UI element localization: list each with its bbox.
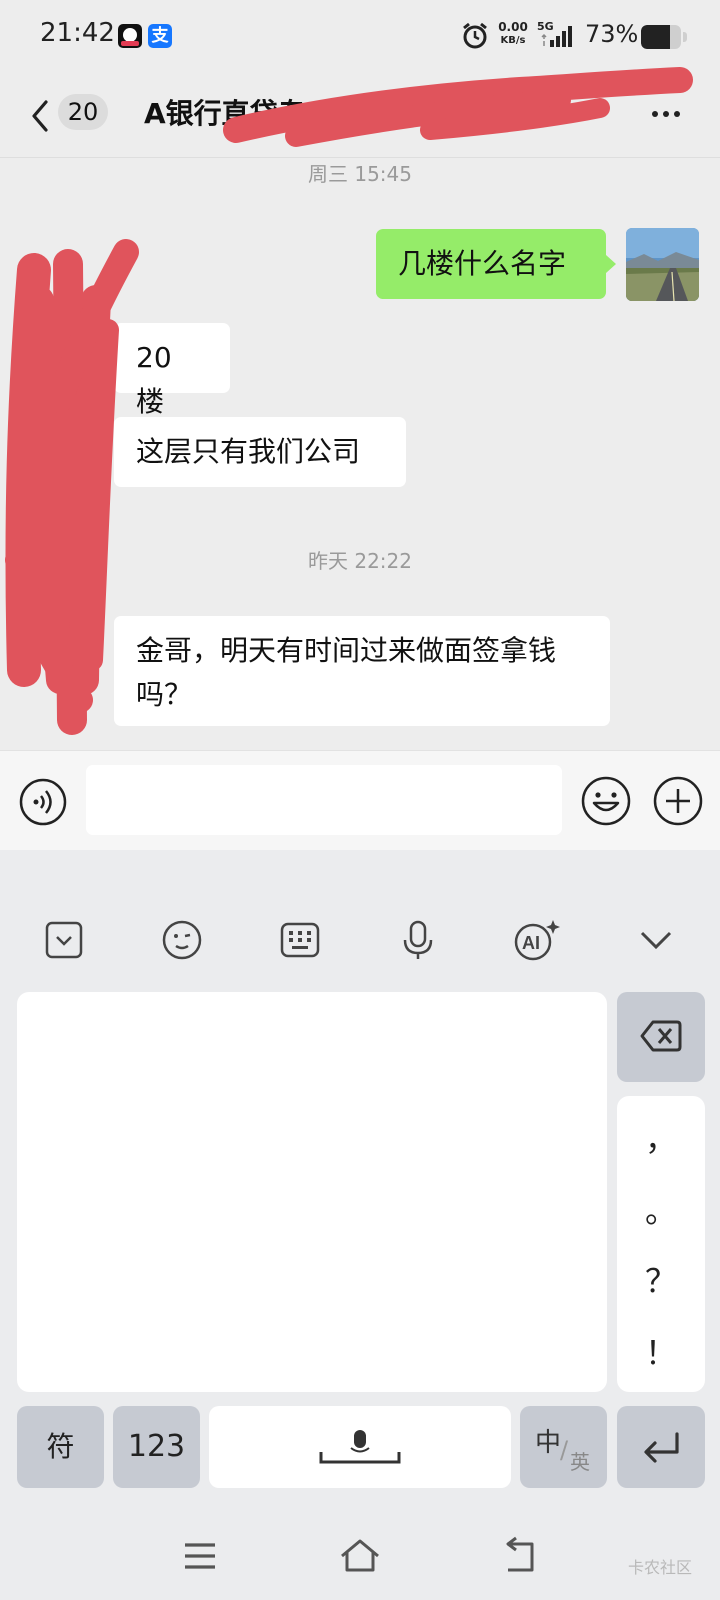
emoji-icon[interactable] bbox=[580, 775, 632, 827]
ai-assistant-icon[interactable]: AI bbox=[512, 918, 562, 962]
alipay-icon: 支 bbox=[148, 24, 172, 48]
chat-input-bar bbox=[0, 750, 720, 850]
emoticon-icon[interactable] bbox=[160, 918, 204, 962]
backspace-icon bbox=[640, 1020, 682, 1052]
status-time: 21:42 bbox=[40, 18, 115, 48]
app-notification-icon bbox=[118, 24, 142, 48]
outgoing-message-bubble[interactable]: 几楼什么名字 bbox=[376, 229, 606, 299]
add-more-icon[interactable] bbox=[652, 775, 704, 827]
enter-key[interactable] bbox=[617, 1406, 705, 1488]
network-speed-value: 0.00 bbox=[498, 20, 528, 34]
more-dot-icon bbox=[652, 111, 658, 117]
home-icon[interactable] bbox=[338, 1536, 382, 1576]
network-speed: 0.00 KB/s bbox=[495, 20, 531, 48]
more-dot-icon bbox=[674, 111, 680, 117]
battery-cap bbox=[683, 32, 687, 42]
number-key[interactable]: 123 bbox=[113, 1406, 200, 1488]
chat-title: A银行直贷专 bbox=[144, 97, 306, 130]
enter-icon bbox=[644, 1432, 679, 1463]
punctuation-key[interactable]: ！ bbox=[617, 1328, 705, 1374]
signal-icon bbox=[541, 26, 572, 47]
incoming-message-bubble[interactable]: 这层只有我们公司 bbox=[114, 417, 406, 487]
language-switch-key[interactable]: 中 / 英 bbox=[520, 1406, 607, 1488]
more-dot-icon bbox=[663, 111, 669, 117]
voice-input-icon[interactable] bbox=[18, 777, 68, 827]
incoming-message-bubble[interactable]: 20 楼 bbox=[114, 323, 230, 418]
space-mic-icon bbox=[319, 1430, 401, 1464]
battery-icon bbox=[641, 25, 681, 49]
punctuation-key[interactable]: ， bbox=[617, 1114, 705, 1160]
punctuation-key[interactable]: 。 bbox=[617, 1186, 705, 1232]
watermark-text: 卡农社区 bbox=[628, 1558, 693, 1577]
unread-count-badge[interactable]: 20 bbox=[58, 94, 108, 130]
punctuation-key[interactable]: ？ bbox=[617, 1256, 705, 1302]
menu-icon[interactable] bbox=[178, 1536, 222, 1576]
punctuation-column: ， 。 ？ ！ bbox=[617, 1096, 705, 1392]
keyboard-gap bbox=[0, 850, 720, 896]
bubble-tail bbox=[606, 255, 616, 273]
ime-keyboard: AI ， 。 ？ ！ 符 123 中 / 英 卡农社区 bbox=[0, 896, 720, 1600]
chevron-down-icon[interactable] bbox=[634, 918, 678, 962]
lang-secondary: 英 bbox=[570, 1450, 590, 1474]
space-key[interactable] bbox=[209, 1406, 511, 1488]
incoming-message-bubble[interactable]: 金哥，明天有时间过来做面签拿钱吗？ bbox=[114, 616, 610, 726]
microphone-icon[interactable] bbox=[396, 918, 440, 962]
collapse-box-icon[interactable] bbox=[42, 918, 86, 962]
message-timestamp: 昨天 22:22 bbox=[308, 549, 412, 573]
battery-fill bbox=[641, 25, 671, 49]
lang-primary: 中 bbox=[535, 1428, 562, 1458]
handwriting-pad[interactable] bbox=[17, 992, 607, 1392]
alarm-icon bbox=[463, 22, 487, 49]
network-speed-unit: KB/s bbox=[500, 35, 526, 46]
symbol-key[interactable]: 符 bbox=[17, 1406, 104, 1488]
battery-percent: 73% bbox=[585, 20, 639, 48]
keyboard-icon[interactable] bbox=[278, 918, 322, 962]
back-icon[interactable] bbox=[498, 1536, 542, 1576]
status-bar: 21:42 支 0.00 KB/s 5G 73% bbox=[0, 0, 720, 72]
message-input[interactable] bbox=[86, 765, 562, 835]
my-avatar[interactable] bbox=[626, 228, 699, 301]
chat-header: 20 A银行直贷专 bbox=[0, 72, 720, 158]
more-options-button[interactable] bbox=[636, 94, 696, 134]
lang-separator: / bbox=[560, 1436, 569, 1464]
message-timestamp: 周三 15:45 bbox=[308, 162, 412, 186]
svg-text:AI: AI bbox=[522, 933, 540, 953]
backspace-key[interactable] bbox=[617, 992, 705, 1082]
